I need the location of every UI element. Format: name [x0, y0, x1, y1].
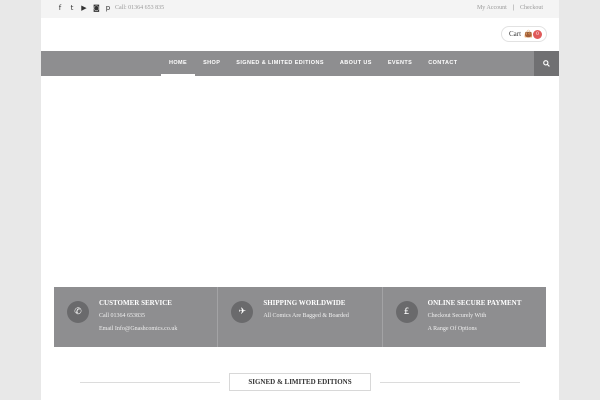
- nav-item-signed-limited-editions[interactable]: SIGNED & LIMITED EDITIONS: [228, 51, 332, 76]
- service-title: SHIPPING WORLDWIDE: [263, 299, 346, 307]
- cart-count-badge: 0: [533, 30, 542, 39]
- section-divider-right: [380, 382, 520, 383]
- service-title: ONLINE SECURE PAYMENT: [427, 299, 522, 307]
- checkout-link[interactable]: Checkout: [520, 5, 543, 11]
- my-account-link[interactable]: My Account: [477, 5, 507, 11]
- nav-item-about-us[interactable]: ABOUT US: [332, 51, 380, 76]
- cart-button[interactable]: Cart 👜 0: [501, 26, 547, 42]
- top-bar: f t ▶ ◙ p Call: 01364 653 835 My Account…: [41, 0, 559, 18]
- service-customer-service: ✆ CUSTOMER SERVICE Call 01364 653835 Ema…: [54, 287, 217, 347]
- search-button[interactable]: [534, 51, 559, 76]
- service-shipping-worldwide: ✈ SHIPPING WORLDWIDE All Comics Are Bagg…: [217, 287, 381, 347]
- link-separator: |: [512, 5, 514, 11]
- section-title: SIGNED & LIMITED EDITIONS: [229, 373, 371, 391]
- service-text: Email Info@Gnashcomics.co.uk: [99, 326, 178, 332]
- service-online-secure-payment: £ ONLINE SECURE PAYMENT Checkout Securel…: [381, 287, 546, 347]
- youtube-icon[interactable]: ▶: [81, 4, 87, 12]
- service-title: CUSTOMER SERVICE: [99, 299, 172, 307]
- services-strip: ✆ CUSTOMER SERVICE Call 01364 653835 Ema…: [54, 287, 546, 347]
- cart-label: Cart: [509, 30, 522, 38]
- phone-icon: ✆: [67, 301, 89, 323]
- page-container: f t ▶ ◙ p Call: 01364 653 835 My Account…: [41, 0, 559, 400]
- pound-icon: £: [395, 301, 418, 323]
- account-links: My Account | Checkout: [477, 5, 543, 11]
- pinterest-icon[interactable]: p: [105, 4, 111, 12]
- topbar-phone: Call: 01364 653 835: [115, 5, 165, 11]
- search-icon: [543, 60, 550, 67]
- shopping-bag-icon: 👜: [524, 30, 533, 38]
- service-text: All Comics Are Bagged & Boarded: [263, 313, 349, 319]
- nav-menu: HOME SHOP SIGNED & LIMITED EDITIONS ABOU…: [161, 51, 466, 76]
- main-nav: HOME SHOP SIGNED & LIMITED EDITIONS ABOU…: [41, 51, 559, 76]
- social-links: f t ▶ ◙ p: [57, 4, 111, 12]
- section-divider-left: [80, 382, 220, 383]
- airplane-icon: ✈: [231, 301, 254, 323]
- service-text: Call 01364 653835: [99, 313, 145, 319]
- twitter-icon[interactable]: t: [69, 4, 75, 12]
- nav-item-contact[interactable]: CONTACT: [420, 51, 465, 76]
- nav-item-home[interactable]: HOME: [161, 51, 196, 76]
- nav-item-shop[interactable]: SHOP: [195, 51, 228, 76]
- instagram-icon[interactable]: ◙: [93, 4, 100, 12]
- facebook-icon[interactable]: f: [57, 4, 63, 12]
- service-text: A Range Of Options: [427, 326, 477, 332]
- service-text: Checkout Securely With: [427, 313, 487, 319]
- nav-item-events[interactable]: EVENTS: [380, 51, 420, 76]
